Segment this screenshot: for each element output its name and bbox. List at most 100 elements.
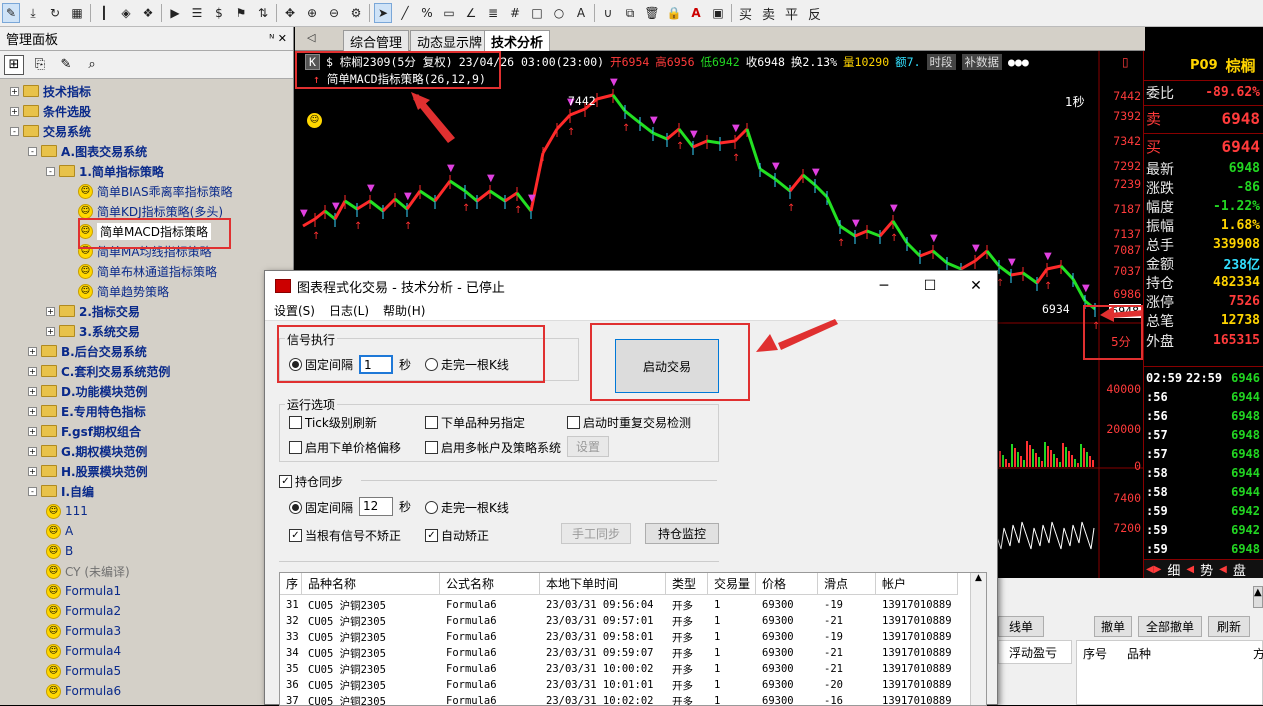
expand-icon[interactable]: + [28, 446, 37, 456]
table-header[interactable]: 帐户 [876, 573, 958, 595]
refresh-button[interactable]: 刷新 [1208, 616, 1250, 637]
tree-leaf[interactable]: ☺ A [46, 521, 73, 541]
sell-button[interactable]: 卖 [759, 3, 778, 23]
trash-icon[interactable]: 🗑 [643, 3, 661, 23]
edit-icon[interactable]: ✎ [56, 55, 76, 75]
tree-leaf[interactable]: ☺ CY (未编译) [46, 561, 130, 581]
tree-leaf[interactable]: ☺ 简单KDJ指标策略(多头) [78, 201, 223, 221]
tree-folder[interactable]: + H.股票模块范例 [28, 461, 148, 481]
buy-button[interactable]: 买 [736, 3, 755, 23]
start-trading-button[interactable]: 启动交易 [615, 339, 719, 393]
menu-log[interactable]: 日志(L) [329, 302, 369, 319]
diamond-icon[interactable]: ◈ [117, 3, 135, 23]
tab-trend[interactable]: 势 [1200, 560, 1213, 579]
tree-folder[interactable]: + C.套利交易系统范例 [28, 361, 170, 381]
tree-leaf[interactable]: ☺ Formula5 [46, 661, 121, 681]
rect-icon[interactable]: □ [528, 3, 546, 23]
tree-folder[interactable]: + D.功能模块范例 [28, 381, 148, 401]
tree-folder[interactable]: + 技术指标 [10, 81, 91, 101]
cursor-icon[interactable]: ➤ [374, 3, 392, 23]
position-monitor-button[interactable]: 持仓监控 [645, 523, 719, 544]
fixed-interval-radio[interactable]: 固定间隔 [289, 356, 353, 373]
tree-folder[interactable]: + 条件选股 [10, 101, 91, 121]
color-icon[interactable]: A [687, 3, 705, 23]
line-order-button[interactable]: 线单 [998, 616, 1044, 637]
tab-detail[interactable]: 细 [1167, 560, 1180, 579]
tree-leaf[interactable]: ☺ Formula3 [46, 621, 121, 641]
tab-prev-icon[interactable]: ◁ [307, 31, 315, 44]
tree-leaf[interactable]: ☺ Formula1 [46, 581, 121, 601]
table-header[interactable]: 类型 [666, 573, 708, 595]
bar-complete-radio[interactable]: 走完一根K线 [425, 356, 509, 373]
tree-leaf[interactable]: ☺ 简单趋势策略 [78, 281, 169, 301]
tree-leaf[interactable]: ☺ B [46, 541, 73, 561]
tree-leaf[interactable]: ☺ 简单BIAS乖离率指标策略 [78, 181, 233, 201]
expand-icon[interactable]: + [10, 106, 19, 116]
supplement-data-button[interactable]: 补数据 [961, 54, 1003, 70]
collapse-icon[interactable]: - [28, 486, 37, 496]
move-icon[interactable]: ✥ [281, 3, 299, 23]
import-icon[interactable]: ⎘ [30, 55, 50, 75]
layers-icon[interactable]: ❖ [139, 3, 157, 23]
tree-folder[interactable]: + B.后台交易系统 [28, 341, 147, 361]
tree-leaf[interactable]: ☺ 简单MA均线指标策略 [78, 241, 212, 261]
table-header[interactable]: 本地下单时间 [540, 573, 666, 595]
table-header[interactable]: 品种名称 [302, 573, 440, 595]
menu-help[interactable]: 帮助(H) [383, 302, 425, 319]
cancel-all-button[interactable]: 全部撤单 [1138, 616, 1202, 637]
tree-leaf[interactable]: ☺ 111 [46, 501, 88, 521]
scroll-handle-icon[interactable]: ▲ [1253, 586, 1263, 608]
expand-icon[interactable]: + [46, 326, 55, 336]
table-header[interactable]: 交易量 [708, 573, 756, 595]
tree-folder[interactable]: + G.期权模块范例 [28, 441, 147, 461]
expand-icon[interactable]: + [28, 466, 37, 476]
tick-refresh-checkbox[interactable]: Tick级别刷新 [289, 414, 377, 431]
price-offset-checkbox[interactable]: 启用下单价格偏移 [289, 439, 401, 456]
tree-folder[interactable]: - 交易系统 [10, 121, 91, 141]
auto-correct-checkbox[interactable]: ✓ 自动矫正 [425, 527, 489, 544]
interval-input[interactable]: 1 [359, 355, 393, 374]
sync-interval-input[interactable]: 12 [359, 497, 393, 516]
no-correct-checkbox[interactable]: ✓ 当根有信号不矫正 [289, 527, 401, 544]
table-header[interactable]: 序 [280, 573, 302, 595]
search-icon[interactable]: ⌕ [82, 55, 102, 75]
bars-icon[interactable]: ≣ [484, 3, 502, 23]
minimize-icon[interactable]: ─ [861, 271, 907, 301]
refresh-icon[interactable]: ↻ [46, 3, 64, 23]
dollar-icon[interactable]: $ [210, 3, 228, 23]
other-symbol-checkbox[interactable]: 下单品种另指定 [425, 414, 525, 431]
bar-indicator-icon[interactable]: ┃ [95, 3, 113, 23]
table-header[interactable]: 价格 [756, 573, 818, 595]
swap-icon[interactable]: ⇅ [254, 3, 272, 23]
zoom-out-icon[interactable]: ⊖ [325, 3, 343, 23]
tab-overview[interactable]: 综合管理 [343, 30, 410, 51]
expand-icon[interactable]: + [28, 366, 37, 376]
restart-check-checkbox[interactable]: 启动时重复交易检测 [567, 414, 691, 431]
table-header[interactable]: 滑点 [818, 573, 876, 595]
save-icon[interactable]: ▣ [709, 3, 727, 23]
hash-icon[interactable]: # [506, 3, 524, 23]
percent-icon[interactable]: % [418, 3, 436, 23]
text-icon[interactable]: A [572, 3, 590, 23]
expand-icon[interactable]: + [28, 386, 37, 396]
tab-dynamic-board[interactable]: 动态显示牌 [410, 30, 490, 51]
tree-folder[interactable]: +2.指标交易 [46, 301, 140, 321]
flag-icon[interactable]: ⚑ [232, 3, 250, 23]
tree-leaf[interactable]: ☺ 简单布林通道指标策略 [78, 261, 217, 281]
new-formula-icon[interactable]: ⊞ [4, 54, 24, 75]
tree-leaf[interactable]: ☺ Formula2 [46, 601, 121, 621]
position-sync-checkbox[interactable]: ✓ 持仓同步 [279, 473, 343, 490]
copy-icon[interactable]: ⧉ [621, 3, 639, 23]
tree-folder[interactable]: +3.系统交易 [46, 321, 140, 341]
play-icon[interactable]: ▶ [166, 3, 184, 23]
reverse-button[interactable]: 反 [805, 3, 824, 23]
tree-leaf[interactable]: ☺ 简单MACD指标策略 [78, 221, 211, 241]
collapse-icon[interactable]: - [46, 166, 55, 176]
circle-icon[interactable]: ○ [550, 3, 568, 23]
settings-button[interactable]: 设置 [567, 436, 609, 457]
angle-icon[interactable]: ∠ [462, 3, 480, 23]
k-button[interactable]: K [305, 54, 320, 70]
multi-account-checkbox[interactable]: 启用多帐户及策略系统 [425, 439, 561, 456]
table-scrollbar[interactable]: ▲ [970, 573, 986, 705]
tree-folder[interactable]: - I.自编 [28, 481, 94, 501]
